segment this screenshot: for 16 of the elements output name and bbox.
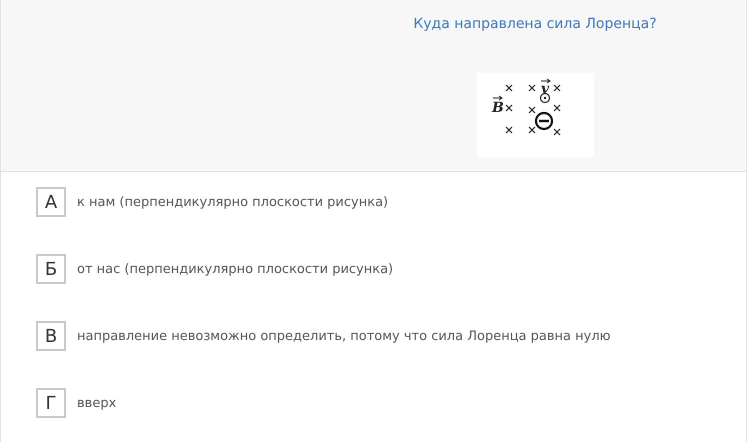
option-letter-box[interactable]: А bbox=[36, 187, 66, 217]
vector-arrow-icon bbox=[492, 96, 502, 100]
circled-dot-icon bbox=[539, 92, 550, 104]
option-letter-box[interactable]: Г bbox=[36, 388, 66, 418]
velocity-label: v bbox=[540, 81, 549, 97]
vector-arrow-icon bbox=[540, 78, 550, 84]
option-letter-box[interactable]: Б bbox=[36, 254, 66, 284]
option-text: к нам (перпендикулярно плоскости рисунка) bbox=[77, 194, 388, 210]
option-text: от нас (перпендикулярно плоскости рисунка) bbox=[77, 262, 394, 276]
cross-grid-drawing bbox=[504, 84, 560, 136]
field-label: B bbox=[492, 100, 504, 116]
option-letter-box[interactable]: В bbox=[36, 321, 66, 351]
question-text: Куда направлена сила Лоренца? bbox=[413, 15, 657, 34]
negative-charge-icon bbox=[534, 112, 553, 130]
option-text: вверх bbox=[77, 396, 116, 410]
option-text: направление невозможно определить, потому что сила Лоренца равна нулю bbox=[77, 328, 611, 344]
